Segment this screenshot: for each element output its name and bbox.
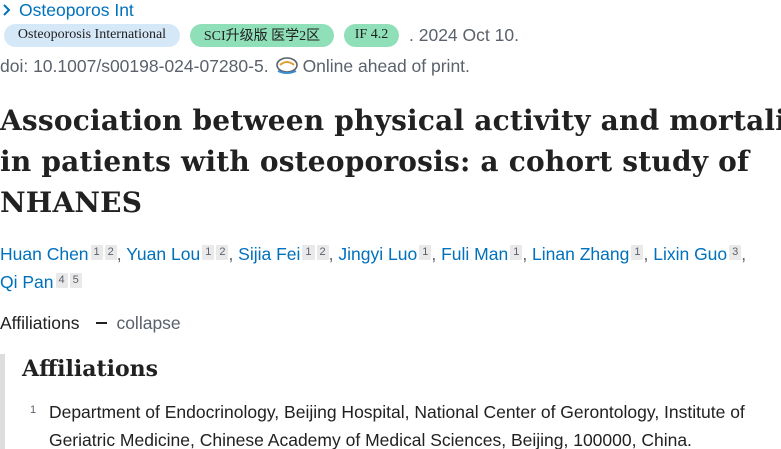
author-link[interactable]: Qi Pan (0, 272, 54, 292)
author-link[interactable]: Huan Chen (0, 244, 89, 264)
panel-border (0, 354, 5, 449)
impact-factor-badge[interactable]: IF 4.2 (344, 23, 399, 47)
doi-text: doi: 10.1007/s00198-024-07280-5. (0, 55, 269, 76)
journal-link[interactable]: Osteoporos Int (19, 0, 134, 21)
affiliation-ref[interactable]: 4 (55, 273, 68, 288)
affiliation-ref[interactable]: 2 (216, 245, 229, 260)
journal-link-row[interactable]: Osteoporos Int (0, 0, 134, 20)
affiliation-ref[interactable]: 2 (104, 245, 117, 260)
author-link[interactable]: Linan Zhang (532, 244, 629, 264)
affiliation-number: 1 (30, 404, 37, 416)
affiliation-ref[interactable]: 1 (202, 245, 215, 260)
affiliations-toggle-label: Affiliations (0, 312, 80, 333)
affiliations-heading: Affiliations (22, 356, 159, 382)
title-line: in patients with osteoporosis: a cohort … (0, 145, 750, 178)
affiliation-ref[interactable]: 1 (302, 245, 315, 260)
author-item: Fuli Man 1, (441, 244, 533, 264)
title-line: NHANES (0, 186, 143, 219)
author-link[interactable]: Yuan Lou (126, 244, 200, 264)
author-item: Huan Chen 1 2, (0, 244, 127, 264)
publication-date: . 2024 Oct 10. (409, 24, 519, 45)
author-link[interactable]: Lixin Guo (653, 244, 727, 264)
author-item: Yuan Lou 1 2, (126, 244, 239, 264)
collapse-link[interactable]: collapse (116, 313, 180, 334)
badge-row: Osteoporosis International SCI升级版 医学2区 I… (4, 23, 519, 47)
author-item: Qi Pan 4 5 (0, 272, 82, 292)
affiliations-toggle[interactable]: Affiliations collapse (0, 312, 181, 334)
affiliation-item: 1 Department of Endocrinology, Beijing H… (30, 398, 775, 449)
author-item: Lixin Guo 3, (653, 244, 747, 264)
affiliation-ref[interactable]: 1 (419, 245, 432, 260)
doi-row: doi: 10.1007/s00198-024-07280-5. Online … (0, 54, 470, 78)
author-link[interactable]: Sijia Fei (238, 244, 300, 264)
author-item: Jingyi Luo 1, (338, 244, 442, 264)
affiliation-ref[interactable]: 1 (90, 245, 103, 260)
affiliations-panel: Affiliations 1 Department of Endocrinolo… (0, 354, 781, 449)
authors-list: Huan Chen 1 2, Yuan Lou 1 2, Sijia Fei 1 2, Ji… (0, 240, 781, 296)
affiliation-text: Department of Endocrinology, Beijing Hos… (48, 402, 745, 449)
author-link[interactable]: Fuli Man (441, 244, 508, 264)
affiliation-ref[interactable]: 2 (316, 245, 329, 260)
affiliation-ref[interactable]: 1 (510, 245, 523, 260)
author-item: Linan Zhang 1, (532, 244, 654, 264)
online-status: Online ahead of print. (302, 55, 470, 76)
affiliation-ref[interactable]: 5 (69, 273, 82, 288)
journal-badge[interactable]: Osteoporosis International (4, 23, 180, 47)
affiliation-ref[interactable]: 3 (729, 245, 742, 260)
chevron-right-icon (3, 4, 11, 16)
sci-ranking-badge[interactable]: SCI升级版 医学2区 (190, 23, 334, 47)
article-title: Association between physical activity an… (0, 100, 781, 223)
affiliation-ref[interactable]: 1 (631, 245, 644, 260)
author-link[interactable]: Jingyi Luo (338, 244, 417, 264)
online-ahead-icon (275, 57, 298, 74)
minus-icon (96, 322, 108, 324)
author-item: Sijia Fei 1 2, (238, 244, 339, 264)
title-line: Association between physical activity an… (0, 104, 781, 137)
